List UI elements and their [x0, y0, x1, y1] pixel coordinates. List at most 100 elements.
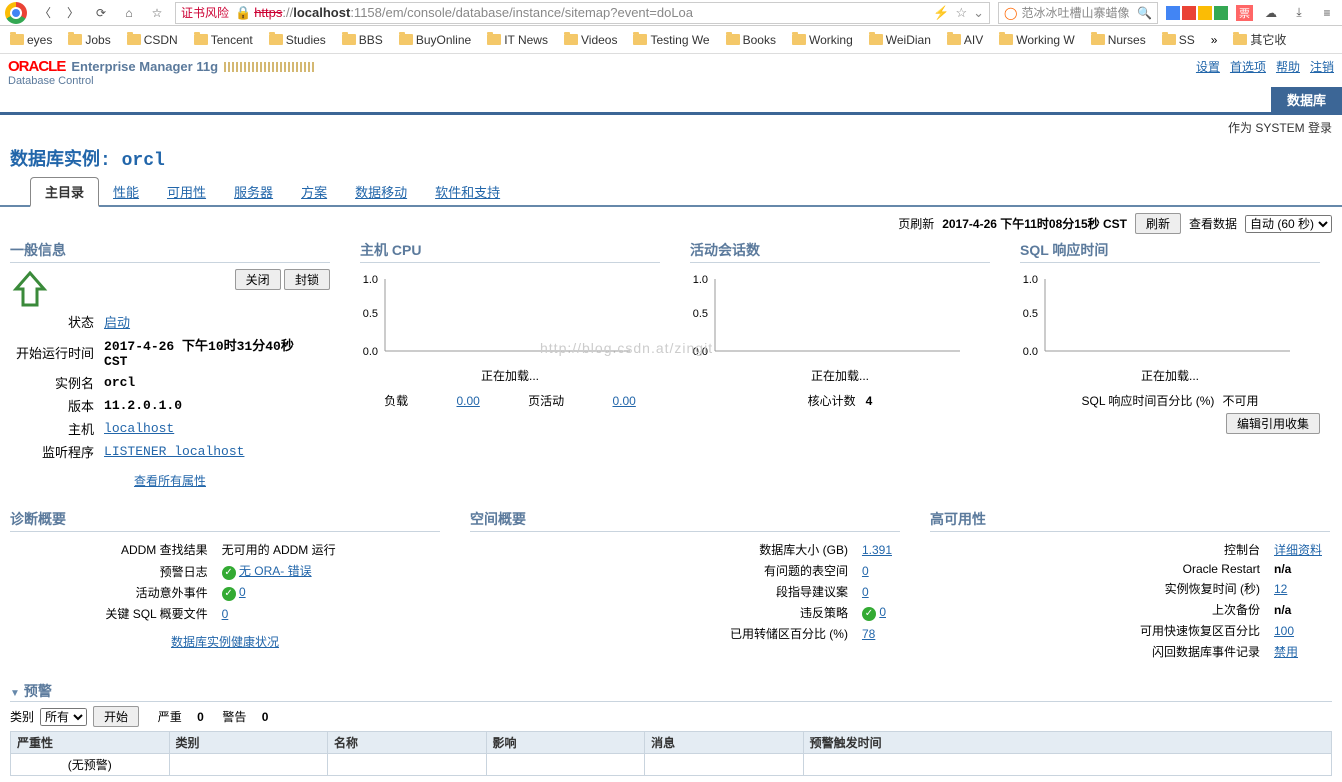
blackout-button[interactable]: 封锁 — [284, 269, 330, 290]
reload-icon[interactable]: ⟳ — [91, 3, 111, 23]
status-link[interactable]: 启动 — [104, 316, 130, 331]
sql-loading: 正在加载... — [1020, 367, 1320, 384]
bookmark-item[interactable]: Jobs — [68, 33, 110, 47]
svg-text:1.0: 1.0 — [693, 274, 708, 286]
ext-icon-4[interactable] — [1214, 6, 1228, 20]
svg-text:0.0: 0.0 — [1023, 346, 1038, 358]
bookmark-item[interactable]: CSDN — [127, 33, 178, 47]
folder-icon — [399, 34, 413, 45]
folder-icon — [1233, 34, 1247, 45]
tab-performance[interactable]: 性能 — [99, 178, 153, 205]
database-tab[interactable]: 数据库 — [1271, 87, 1342, 112]
view-all-props-link[interactable]: 查看所有属性 — [134, 474, 206, 488]
bookmark-item[interactable]: Tencent — [194, 33, 253, 47]
cloud-icon[interactable]: ☁ — [1261, 3, 1281, 23]
stripes-decoration — [224, 62, 314, 72]
bookmark-item[interactable]: IT News — [487, 33, 548, 47]
tab-software[interactable]: 软件和支持 — [421, 178, 514, 205]
space-panel: 空间概要 数据库大小 (GB)1.391 有问题的表空间0 段指导建议案0 违反… — [470, 509, 900, 663]
bookmark-item[interactable]: SS — [1162, 33, 1195, 47]
bookmark-item[interactable]: BBS — [342, 33, 383, 47]
link-logout[interactable]: 注销 — [1310, 58, 1334, 75]
tab-server[interactable]: 服务器 — [220, 178, 287, 205]
star-icon[interactable]: ☆ — [147, 3, 167, 23]
category-select[interactable]: 所有 — [40, 708, 87, 726]
bookmark-item[interactable]: Testing We — [633, 33, 709, 47]
edit-collection-button[interactable]: 编辑引用收集 — [1226, 413, 1320, 434]
link-help[interactable]: 帮助 — [1276, 58, 1300, 75]
ticket-icon[interactable]: 票 — [1236, 5, 1253, 21]
refresh-row: 页刷新 2017-4-26 下午11时08分15秒 CST 刷新 查看数据 自动… — [0, 207, 1342, 240]
host-cpu-panel: 主机 CPU 1.0 0.5 0.0 正在加载... 负载 0.00 页活动 0… — [360, 240, 660, 489]
dump-pct-link[interactable]: 78 — [862, 627, 875, 641]
bookmark-item[interactable]: eyes — [10, 33, 52, 47]
home-icon[interactable]: ⌂ — [119, 3, 139, 23]
incidents-link[interactable]: 0 — [239, 585, 246, 599]
link-settings[interactable]: 设置 — [1196, 58, 1220, 75]
tab-availability[interactable]: 可用性 — [153, 178, 220, 205]
refresh-interval-select[interactable]: 自动 (60 秒) — [1245, 215, 1332, 233]
folder-icon — [869, 34, 883, 45]
back-icon[interactable]: 〈 — [35, 3, 55, 23]
tab-schema[interactable]: 方案 — [287, 178, 341, 205]
menu-icon[interactable]: ≡ — [1317, 3, 1337, 23]
seg-advisor-link[interactable]: 0 — [862, 585, 869, 599]
bookmark-item[interactable]: WeiDian — [869, 33, 931, 47]
sql-profiles-link[interactable]: 0 — [222, 607, 229, 621]
refresh-button[interactable]: 刷新 — [1135, 213, 1181, 234]
link-preferences[interactable]: 首选项 — [1230, 58, 1266, 75]
listener-link[interactable]: LISTENER_localhost — [104, 444, 244, 459]
col-name[interactable]: 名称 — [328, 732, 487, 754]
tab-home[interactable]: 主目录 — [30, 177, 99, 207]
bookmark-item[interactable]: 其它收 — [1233, 31, 1286, 48]
lightning-icon[interactable]: ⚡ — [933, 5, 949, 21]
url-bar[interactable]: 证书风险 🔒 https://localhost:1158/em/console… — [175, 2, 990, 24]
bookmark-item[interactable]: Working W — [999, 33, 1074, 47]
go-button[interactable]: 开始 — [93, 706, 139, 727]
ext-icon-1[interactable] — [1166, 6, 1180, 20]
lock-strike-icon: 🔒 — [235, 5, 251, 21]
bookmark-item[interactable]: AIV — [947, 33, 983, 47]
tab-datamove[interactable]: 数据移动 — [341, 178, 421, 205]
general-info-panel: 一般信息 关闭 封锁 状态启动 开始运行时间2017-4-26 下午10时31分… — [10, 240, 330, 489]
ext-icon-2[interactable] — [1182, 6, 1196, 20]
bookmark-star-icon[interactable]: ☆ — [955, 5, 967, 21]
problem-ts-link[interactable]: 0 — [862, 564, 869, 578]
search-input[interactable]: ◯ 范冰冰吐槽山寨蜡像 🔍 — [998, 2, 1158, 24]
shutdown-button[interactable]: 关闭 — [235, 269, 281, 290]
ha-console-link[interactable]: 详细资料 — [1274, 543, 1322, 557]
col-trigger-time[interactable]: 预警触发时间 — [803, 732, 1331, 754]
page-activity-value[interactable]: 0.00 — [612, 394, 635, 408]
col-message[interactable]: 消息 — [645, 732, 804, 754]
chevron-down-icon[interactable]: ⌄ — [973, 5, 984, 21]
col-impact[interactable]: 影响 — [486, 732, 645, 754]
db-size-link[interactable]: 1.391 — [862, 543, 892, 557]
policy-link[interactable]: 0 — [879, 605, 886, 619]
bookmark-overflow-icon[interactable]: » — [1211, 33, 1218, 47]
load-value[interactable]: 0.00 — [456, 394, 479, 408]
sql-pct-label: SQL 响应时间百分比 (%) — [1082, 392, 1215, 409]
extension-icons — [1166, 6, 1228, 20]
col-severity[interactable]: 严重性 — [11, 732, 170, 754]
bookmark-item[interactable]: Nurses — [1091, 33, 1146, 47]
flashback-link[interactable]: 禁用 — [1274, 645, 1298, 659]
search-icon[interactable]: 🔍 — [1137, 6, 1152, 20]
forward-icon[interactable]: 〉 — [63, 3, 83, 23]
bookmark-item[interactable]: Working — [792, 33, 853, 47]
host-link[interactable]: localhost — [104, 421, 174, 436]
bookmark-item[interactable]: Books — [726, 33, 776, 47]
db-health-link[interactable]: 数据库实例健康状况 — [171, 635, 279, 649]
col-category[interactable]: 类别 — [169, 732, 328, 754]
fra-pct-link[interactable]: 100 — [1274, 624, 1294, 638]
bookmark-item[interactable]: Studies — [269, 33, 326, 47]
alerts-title[interactable]: 预警 — [10, 681, 1332, 702]
ext-icon-3[interactable] — [1198, 6, 1212, 20]
host-cpu-chart: 1.0 0.5 0.0 — [360, 269, 640, 359]
lower-panels: 诊断概要 ADDM 查找结果无可用的 ADDM 运行 预警日志✓ 无 ORA- … — [0, 509, 1342, 663]
bookmark-item[interactable]: Videos — [564, 33, 617, 47]
alert-log-link[interactable]: 无 ORA- 错误 — [239, 564, 312, 578]
download-icon[interactable]: ⤓ — [1289, 3, 1309, 23]
host-cpu-title: 主机 CPU — [360, 240, 660, 263]
recovery-time-link[interactable]: 12 — [1274, 582, 1287, 596]
bookmark-item[interactable]: BuyOnline — [399, 33, 471, 47]
